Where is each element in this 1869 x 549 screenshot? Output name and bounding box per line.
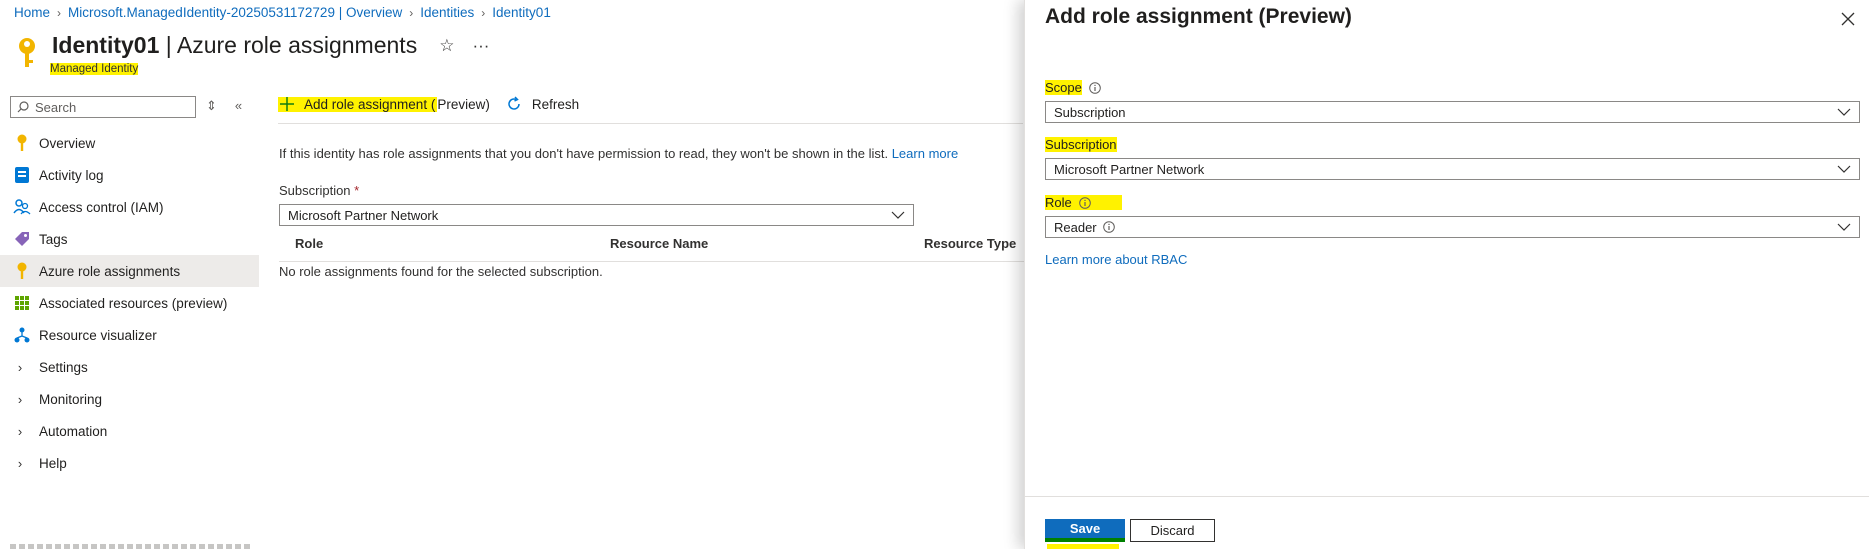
search-icon [17,101,29,113]
learn-more-rbac-link[interactable]: Learn more about RBAC [1045,252,1187,267]
role-dropdown[interactable]: Reader [1045,216,1860,238]
expand-collapse-icon[interactable]: ⇕ [206,98,217,114]
add-role-assignment-button[interactable]: Add role assignment ( Preview) [278,96,490,112]
column-role[interactable]: Role [295,236,323,251]
tag-icon [13,230,31,248]
visualizer-icon [13,326,31,344]
chevron-right-icon: › [57,5,62,20]
save-button[interactable]: Save [1045,519,1125,542]
scope-dropdown[interactable]: Subscription [1045,101,1860,123]
sidebar-item-activity-log[interactable]: Activity log [0,159,259,191]
refresh-icon [508,96,520,110]
subscription-label: Subscription [1045,137,1117,152]
sidebar-item-tags[interactable]: Tags [0,223,259,255]
chevron-right-icon: › [17,455,23,471]
panel-footer-divider [1025,496,1869,497]
panel-title: Add role assignment (Preview) [1045,5,1352,28]
info-icon[interactable] [1102,221,1115,233]
subscription-label: Subscription * [279,183,360,198]
add-role-assignment-panel: Add role assignment (Preview) Scope Subs… [1024,0,1869,549]
refresh-button[interactable]: Refresh [506,96,579,112]
save-highlight [1047,544,1119,549]
sidebar-search-input[interactable]: Search [10,96,196,118]
ellipsis-icon[interactable]: ··· [472,36,489,56]
chevron-down-icon [1837,165,1851,173]
chevron-right-icon: › [409,5,414,20]
command-bar: Add role assignment ( Preview) Refresh [278,96,595,112]
sidebar-item-associated-resources[interactable]: Associated resources (preview) [0,287,259,319]
key-icon [19,38,35,67]
grid-icon [13,294,31,312]
chevron-right-icon: › [481,5,486,20]
learn-more-link[interactable]: Learn more [892,146,958,161]
column-resource-type[interactable]: Resource Type [924,236,1016,251]
star-icon[interactable]: ☆ [439,36,454,56]
sidebar-item-access-control[interactable]: Access control (IAM) [0,191,259,223]
sidebar-item-help[interactable]: › Help [0,447,259,479]
sidebar-item-monitoring[interactable]: › Monitoring [0,383,259,415]
page-subtitle: Managed Identity [50,63,139,75]
truncated-status-text [10,544,250,549]
chevron-down-icon [1837,108,1851,116]
sidebar-item-azure-role-assignments[interactable]: Azure role assignments [0,255,259,287]
sidebar-item-resource-visualizer[interactable]: Resource visualizer [0,319,259,351]
permission-info-text: If this identity has role assignments th… [279,146,959,161]
empty-state-text: No role assignments found for the select… [279,264,603,279]
key-icon [13,134,31,152]
sidebar-item-settings[interactable]: › Settings [0,351,259,383]
close-icon[interactable] [1841,12,1855,26]
breadcrumb-identity01[interactable]: Identity01 [492,5,551,20]
chevron-right-icon: › [17,391,23,407]
sidebar-item-automation[interactable]: › Automation [0,415,259,447]
breadcrumb: Home › Microsoft.ManagedIdentity-2025053… [14,5,551,20]
info-icon[interactable] [1079,197,1091,209]
column-resource-name[interactable]: Resource Name [610,236,708,251]
page-title: Identity01 | Azure role assignments [52,32,418,58]
people-icon [13,198,31,216]
breadcrumb-managed-identity[interactable]: Microsoft.ManagedIdentity-20250531172729… [68,5,402,20]
subscription-dropdown[interactable]: Microsoft Partner Network [279,204,914,226]
activity-log-icon [13,166,31,184]
plus-icon [280,97,294,111]
table-header: Role Resource Name Resource Type [279,234,1024,262]
panel-subscription-dropdown[interactable]: Microsoft Partner Network [1045,158,1860,180]
scope-label: Scope [1045,80,1101,95]
chevron-right-icon: › [17,423,23,439]
collapse-sidebar-icon[interactable]: « [235,98,242,114]
sidebar-item-overview[interactable]: Overview [0,127,259,159]
chevron-down-icon [891,211,905,219]
chevron-right-icon: › [17,359,23,375]
breadcrumb-home[interactable]: Home [14,5,50,20]
discard-button[interactable]: Discard [1130,519,1215,542]
info-icon[interactable] [1089,81,1101,94]
key-icon [13,262,31,280]
sidebar-nav: Overview Activity log Access control (IA… [0,127,259,479]
divider [278,123,1023,124]
chevron-down-icon [1837,223,1851,231]
breadcrumb-identities[interactable]: Identities [420,5,474,20]
